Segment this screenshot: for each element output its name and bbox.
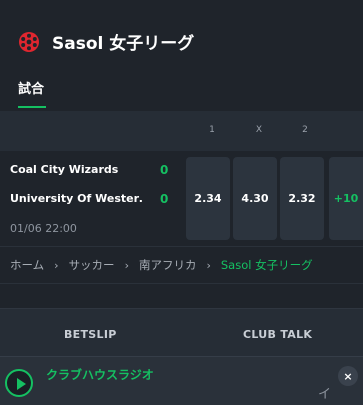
away-team-name: University Of Wester… (10, 192, 142, 205)
odds-button-away[interactable]: 2.32 (280, 157, 324, 240)
col-label-away: 2 (302, 125, 308, 135)
tab-active-indicator (18, 106, 46, 108)
page-title: Sasol 女子リーグ (52, 34, 195, 54)
home-team-name: Coal City Wizards (10, 163, 119, 176)
chevron-right-icon: › (206, 258, 211, 272)
radio-player: クラブハウスラジオ イ × (0, 356, 363, 405)
breadcrumb-home[interactable]: ホーム (10, 257, 44, 273)
odds-column-header: 1 X 2 (0, 111, 363, 151)
close-icon[interactable]: × (338, 366, 358, 386)
footer-tabs: BETSLIP CLUB TALK (0, 308, 363, 356)
more-markets-button[interactable]: +10 (329, 157, 363, 240)
odds-button-draw[interactable]: 4.30 (233, 157, 277, 240)
breadcrumb: ホーム › サッカー › 南アフリカ › Sasol 女子リーグ (0, 246, 363, 284)
football-icon (19, 32, 39, 52)
breadcrumb-soccer[interactable]: サッカー (69, 257, 115, 273)
league-header: Sasol 女子リーグ 試合 (0, 0, 363, 111)
content-spacer (0, 284, 363, 308)
match-datetime: 01/06 22:00 (10, 222, 77, 235)
home-team-score: 0 (160, 163, 169, 177)
play-icon[interactable] (5, 369, 33, 397)
chevron-right-icon: › (124, 258, 129, 272)
breadcrumb-league[interactable]: Sasol 女子リーグ (221, 257, 313, 273)
radio-station-title: クラブハウスラジオ (46, 368, 154, 382)
col-label-draw: X (255, 125, 263, 135)
play-triangle (17, 378, 26, 390)
odds-button-home[interactable]: 2.34 (186, 157, 230, 240)
away-team-score: 0 (160, 192, 169, 206)
club-talk-tab[interactable]: CLUB TALK (243, 328, 312, 341)
chevron-right-icon: › (54, 258, 59, 272)
tab-matches[interactable]: 試合 (18, 78, 44, 97)
breadcrumb-south-africa[interactable]: 南アフリカ (139, 257, 197, 273)
match-row[interactable]: Coal City Wizards 0 University Of Wester… (0, 151, 363, 246)
betslip-tab[interactable]: BETSLIP (64, 328, 117, 341)
radio-marquee-text: イ (318, 387, 332, 402)
col-label-home: 1 (209, 125, 215, 135)
